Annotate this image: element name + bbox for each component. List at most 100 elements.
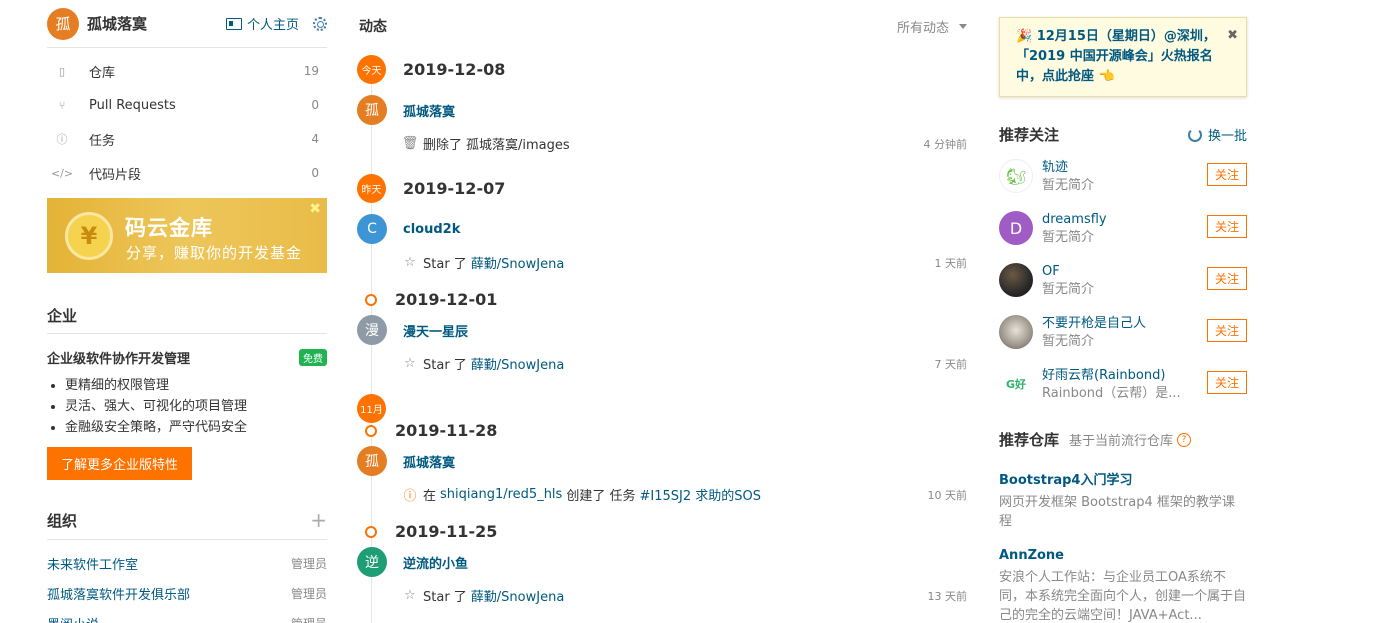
- home-link[interactable]: 个人主页: [225, 14, 299, 33]
- orgs-section-title: 组织 +: [47, 508, 327, 540]
- gear-icon[interactable]: [313, 16, 327, 31]
- user-name[interactable]: 孤城落寞: [87, 13, 226, 34]
- actor-link[interactable]: 逆流的小鱼: [403, 553, 468, 572]
- date-marker: 2019-12-01: [357, 290, 497, 309]
- avatar[interactable]: [999, 263, 1033, 297]
- user-link[interactable]: 不要开枪是自己人: [1042, 315, 1192, 333]
- feed-filter-dropdown[interactable]: 所有动态: [897, 17, 967, 36]
- sidebar-item-count: 0: [311, 166, 319, 180]
- date-text: 2019-12-08: [403, 60, 506, 79]
- follow-button[interactable]: 关注: [1207, 371, 1247, 394]
- activity-feed: 动态 所有动态 今天 2019-12-08 孤 孤城落寞 🗑 删除了 孤城落寞/…: [357, 0, 967, 623]
- id-card-icon: [225, 17, 242, 30]
- feed-actor: 逆 逆流的小鱼: [357, 547, 468, 577]
- sidebar-item-label: 任务: [89, 133, 116, 149]
- event-target[interactable]: 薛勤/SnowJena: [471, 354, 565, 373]
- user-link[interactable]: OF: [1042, 263, 1192, 281]
- event-time: 7 天前: [934, 357, 968, 371]
- user-link[interactable]: 轨迹: [1042, 159, 1192, 177]
- follow-button[interactable]: 关注: [1207, 163, 1247, 186]
- feed-actor: 孤 孤城落寞: [357, 446, 455, 476]
- feed-filter-label: 所有动态: [896, 20, 949, 36]
- free-badge: 免费: [299, 349, 327, 366]
- gold-fund-banner[interactable]: ¥ 码云金库 分享，赚取你的开发基金 ✖: [47, 198, 327, 273]
- repo-link[interactable]: AnnZone: [999, 547, 1247, 565]
- enterprise-feature-list: 更精细的权限管理 灵活、强大、可视化的项目管理 金融级安全策略，严守代码安全: [47, 375, 327, 438]
- follow-button[interactable]: 关注: [1207, 267, 1247, 290]
- avatar[interactable]: C: [357, 214, 387, 244]
- timeline-dot: [365, 424, 377, 437]
- avatar[interactable]: 漫: [357, 315, 387, 345]
- actor-link[interactable]: 漫天一星辰: [403, 321, 468, 340]
- avatar[interactable]: 逆: [357, 547, 387, 577]
- avatar[interactable]: G好: [999, 367, 1033, 401]
- event-time: 10 天前: [927, 488, 968, 502]
- avatar[interactable]: D: [999, 211, 1033, 245]
- user-link[interactable]: dreamsfly: [1042, 211, 1192, 229]
- avatar[interactable]: 🐿: [999, 159, 1033, 193]
- feed-event: ☆ Star 了 薛勤/SnowJena 7 天前: [403, 354, 967, 373]
- org-link[interactable]: 墨阅小说: [47, 614, 99, 623]
- issue-icon: ⓘ: [56, 133, 68, 146]
- user-avatar[interactable]: 孤: [47, 7, 79, 40]
- user-info: 轨迹 暂无简介: [1042, 159, 1192, 195]
- org-list: 未来软件工作室 管理员 孤城落寞软件开发俱乐部 管理员 墨阅小说 管理员: [47, 548, 327, 623]
- sidebar-item-repos[interactable]: ▯ 仓库 19: [47, 54, 327, 88]
- actor-link[interactable]: 孤城落寞: [403, 452, 455, 471]
- repo-subtitle: 基于当前流行仓库: [1069, 434, 1174, 449]
- close-icon[interactable]: ✖: [309, 201, 321, 217]
- event-target[interactable]: 薛勤/SnowJena: [471, 586, 565, 605]
- sidebar-item-issues[interactable]: ⓘ 任务 4: [47, 122, 327, 156]
- list-item: G好 好雨云帮(Rainbond) Rainbond（云帮）是... 关注: [999, 367, 1247, 419]
- repo-link[interactable]: Bootstrap4入门学习: [999, 472, 1247, 490]
- star-icon: ☆: [404, 255, 416, 270]
- plus-icon[interactable]: +: [310, 508, 327, 532]
- issue-link[interactable]: #I15SJ2 求助的SOS: [639, 485, 761, 504]
- org-role: 管理员: [290, 556, 327, 571]
- timeline-dot: [365, 293, 377, 306]
- event-time: 4 分钟前: [923, 137, 968, 151]
- feed-event: ☆ Star 了 薛勤/SnowJena 1 天前: [403, 253, 967, 272]
- month-badge: 11月: [357, 394, 386, 423]
- enterprise-section-title: 企业: [47, 305, 327, 334]
- close-icon[interactable]: ✖: [1227, 26, 1238, 46]
- sidebar-item-count: 0: [311, 98, 319, 112]
- sidebar-item-label: 代码片段: [89, 167, 142, 183]
- feed-event: ☆ Star 了 薛勤/SnowJena 13 天前: [403, 586, 967, 605]
- follow-button[interactable]: 关注: [1207, 319, 1247, 342]
- code-icon: </>: [50, 166, 74, 180]
- enterprise-heading: 企业级软件协作开发管理: [47, 352, 191, 367]
- timeline-dot: [365, 525, 377, 538]
- event-target[interactable]: shiqiang1/red5_hls: [440, 487, 562, 502]
- promo-notice[interactable]: 🎉 12月15日（星期日）@深圳，「2019 中国开源峰会」火热报名中，点此抢座…: [999, 17, 1247, 97]
- pull-request-icon: ⑂: [58, 98, 66, 112]
- org-link[interactable]: 未来软件工作室: [47, 554, 138, 573]
- actor-link[interactable]: cloud2k: [403, 222, 460, 237]
- repo-desc: 安浪个人工作站：与企业员工OA系统不同，本系统完全面向个人，创建一个属于自己的完…: [999, 570, 1247, 623]
- date-marker: 2019-11-25: [357, 522, 497, 541]
- avatar[interactable]: [999, 315, 1033, 349]
- refresh-button[interactable]: 换一批: [1187, 125, 1247, 144]
- user-info: OF 暂无简介: [1042, 263, 1192, 299]
- enterprise-learn-more-button[interactable]: 了解更多企业版特性: [47, 447, 193, 480]
- org-link[interactable]: 孤城落寞软件开发俱乐部: [47, 584, 190, 603]
- event-target[interactable]: 薛勤/SnowJena: [471, 253, 565, 272]
- help-icon[interactable]: ?: [1177, 432, 1192, 447]
- sidebar-item-snippets[interactable]: </> 代码片段 0: [47, 156, 327, 190]
- list-item: 金融级安全策略，严守代码安全: [65, 417, 327, 438]
- user-link[interactable]: 好雨云帮(Rainbond): [1042, 367, 1192, 385]
- sidebar-item-pull-requests[interactable]: ⑂ Pull Requests 0: [47, 88, 327, 122]
- date-text: 2019-12-01: [395, 290, 498, 309]
- sidebar-nav: ▯ 仓库 19 ⑂ Pull Requests 0 ⓘ 任务 4 </> 代码片…: [47, 54, 327, 190]
- user-desc: 暂无简介: [1042, 334, 1095, 349]
- trash-icon: 🗑: [401, 136, 419, 151]
- feed-event: ⓘ 在 shiqiang1/red5_hls 创建了 任务 #I15SJ2 求助…: [403, 485, 967, 504]
- follow-button[interactable]: 关注: [1207, 215, 1247, 238]
- avatar[interactable]: 孤: [357, 95, 387, 125]
- date-marker: 昨天 2019-12-07: [357, 174, 505, 203]
- refresh-icon: [1187, 127, 1202, 142]
- date-marker: 2019-11-28: [357, 421, 497, 440]
- avatar[interactable]: 孤: [357, 446, 387, 476]
- recommend-header: 推荐关注 换一批: [999, 124, 1247, 145]
- actor-link[interactable]: 孤城落寞: [403, 101, 455, 120]
